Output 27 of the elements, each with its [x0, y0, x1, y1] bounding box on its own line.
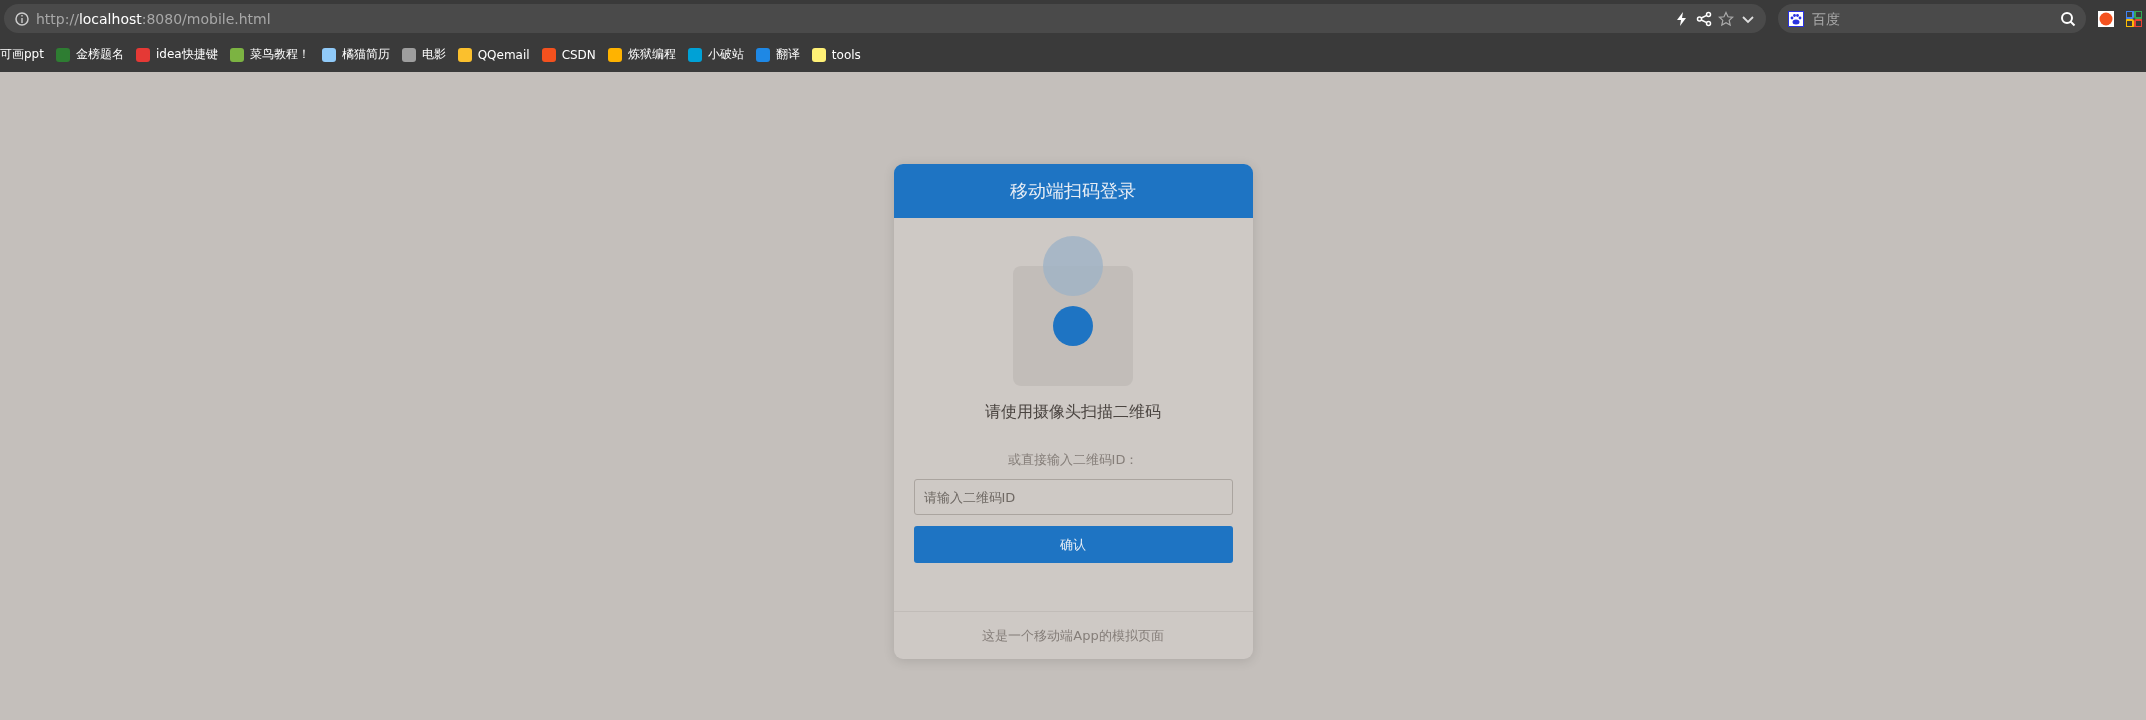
bookmark-link[interactable]: 炼狱编程	[607, 46, 676, 63]
bookmark-link[interactable]: 金榜题名	[55, 46, 124, 63]
scan-hint: 请使用摄像头扫描二维码	[985, 402, 1161, 423]
address-bar[interactable]: http://localhost:8080/mobile.html	[4, 4, 1766, 33]
bookmark-link[interactable]: idea快捷键	[135, 46, 218, 63]
manual-label: 或直接输入二维码ID：	[1007, 451, 1139, 469]
search-icon[interactable]	[2060, 10, 2076, 27]
star-icon[interactable]	[1718, 10, 1734, 27]
share-icon[interactable]	[1696, 10, 1712, 27]
bookmark-link[interactable]: tools	[811, 47, 861, 62]
info-icon	[14, 10, 30, 27]
bookmark-link[interactable]: 可画ppt	[0, 46, 44, 63]
bookmark-link[interactable]: 菜鸟教程！	[229, 46, 310, 63]
confirm-button[interactable]: 确认	[913, 526, 1233, 563]
bookmark-link[interactable]: 橘猫简历	[321, 46, 390, 63]
bookmark-link[interactable]: 电影	[401, 46, 446, 63]
paw-icon	[1788, 10, 1804, 27]
grid-icon[interactable]	[2126, 10, 2142, 27]
card-title: 移动端扫码登录	[893, 164, 1253, 218]
url-text: http://localhost:8080/mobile.html	[36, 10, 272, 27]
bookmark-link[interactable]: 小破站	[687, 46, 744, 63]
qr-id-input[interactable]: 请输入二维码ID	[913, 479, 1233, 515]
bookmark-link[interactable]: CSDN	[541, 47, 596, 62]
bookmark-link[interactable]: 翻译	[755, 46, 800, 63]
search-field[interactable]: 百度	[1778, 4, 2086, 33]
search-input[interactable]: 百度	[1810, 9, 2054, 28]
bookmark-link[interactable]: QQemail	[457, 47, 530, 62]
